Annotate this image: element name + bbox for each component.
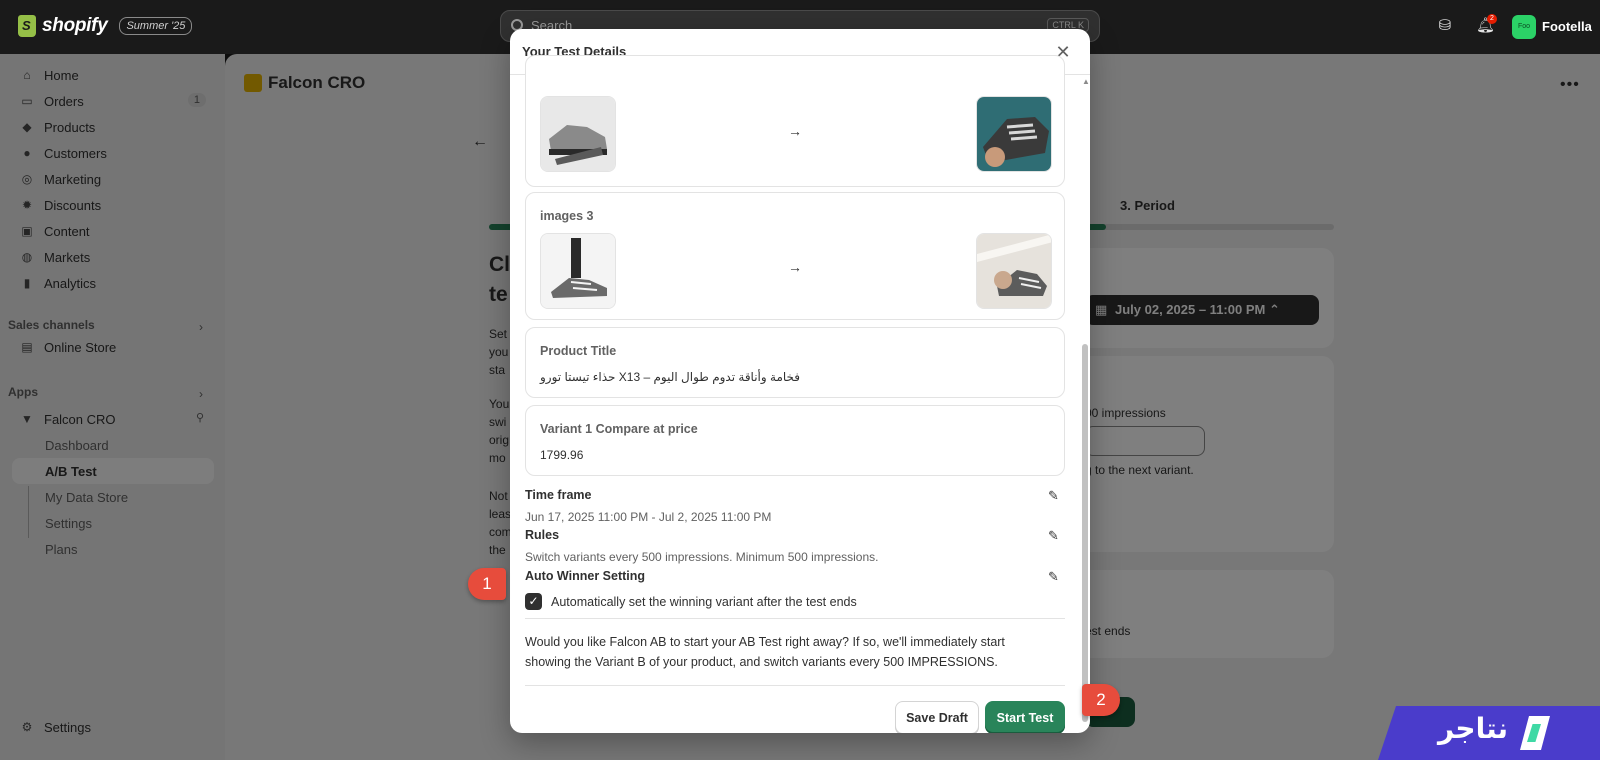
start-test-button[interactable]: Start Test [985, 701, 1065, 733]
divider [525, 618, 1065, 619]
edit-rules-pencil-icon[interactable]: ✎ [1048, 528, 1062, 543]
edition-badge: Summer '25 [119, 17, 193, 35]
scroll-up-arrow-icon[interactable]: ▲ [1082, 77, 1090, 86]
auto-winner-checkbox-label[interactable]: Automatically set the winning variant af… [551, 595, 857, 609]
compare-price-label: Variant 1 Compare at price [540, 422, 698, 436]
confirm-line: showing the Variant B of your product, a… [525, 655, 998, 669]
timeframe-label: Time frame [525, 488, 592, 502]
product-title-value: فخامة وأناقة تدوم طوال اليوم – X13 حذاء … [540, 370, 801, 384]
images-compare-card: → [525, 55, 1065, 187]
shopify-logo[interactable]: shopify Summer '25 [18, 15, 193, 37]
logo-text: shopify [42, 15, 108, 36]
compare-price-card: Variant 1 Compare at price 1799.96 [525, 405, 1065, 476]
shopify-bag-icon [18, 15, 36, 37]
apps-icon[interactable]: ⛁ [1436, 17, 1454, 35]
save-draft-button[interactable]: Save Draft [895, 701, 979, 733]
rules-label: Rules [525, 528, 560, 542]
images-3-card: images 3 → [525, 192, 1065, 320]
auto-winner-label: Auto Winner Setting [525, 569, 646, 583]
rules-value: Switch variants every 500 impressions. M… [525, 550, 879, 564]
variant-image-thumbnail [976, 96, 1052, 172]
timeframe-value: Jun 17, 2025 11:00 PM - Jul 2, 2025 11:0… [525, 510, 772, 524]
compare-price-value: 1799.96 [540, 448, 584, 462]
store-avatar[interactable]: Foo [1512, 15, 1536, 39]
sneaker-icon [977, 97, 1051, 171]
arrow-right-icon: → [788, 259, 802, 275]
arrow-right-icon: → [788, 123, 802, 139]
scrollbar-thumb[interactable] [1082, 344, 1088, 722]
test-details-modal: Your Test Details ✕ → images 3 → Product… [510, 29, 1090, 733]
product-title-label: Product Title [540, 344, 617, 358]
confirmation-text: Would you like Falcon AB to start your A… [525, 632, 1055, 672]
edit-timeframe-pencil-icon[interactable]: ✎ [1048, 488, 1062, 503]
product-title-card: Product Title فخامة وأناقة تدوم طوال الي… [525, 327, 1065, 398]
edit-auto-winner-pencil-icon[interactable]: ✎ [1048, 569, 1062, 584]
brand-text: نتاجر [1438, 712, 1509, 745]
sneaker-icon [541, 234, 615, 308]
notification-count: 2 [1487, 14, 1497, 24]
store-name[interactable]: Footella [1542, 19, 1592, 34]
images-3-label: images 3 [540, 209, 594, 223]
divider [525, 685, 1065, 686]
original-image-thumbnail [540, 96, 616, 172]
confirm-line: Would you like Falcon AB to start your A… [525, 635, 1005, 649]
annotation-marker-2: 2 [1082, 684, 1120, 716]
variant-image-thumbnail [976, 233, 1052, 309]
sneaker-icon [541, 97, 615, 171]
annotation-marker-1: 1 [468, 568, 506, 600]
auto-winner-checkbox[interactable]: ✓ [525, 593, 542, 610]
sneaker-icon [977, 234, 1051, 308]
original-image-thumbnail [540, 233, 616, 309]
